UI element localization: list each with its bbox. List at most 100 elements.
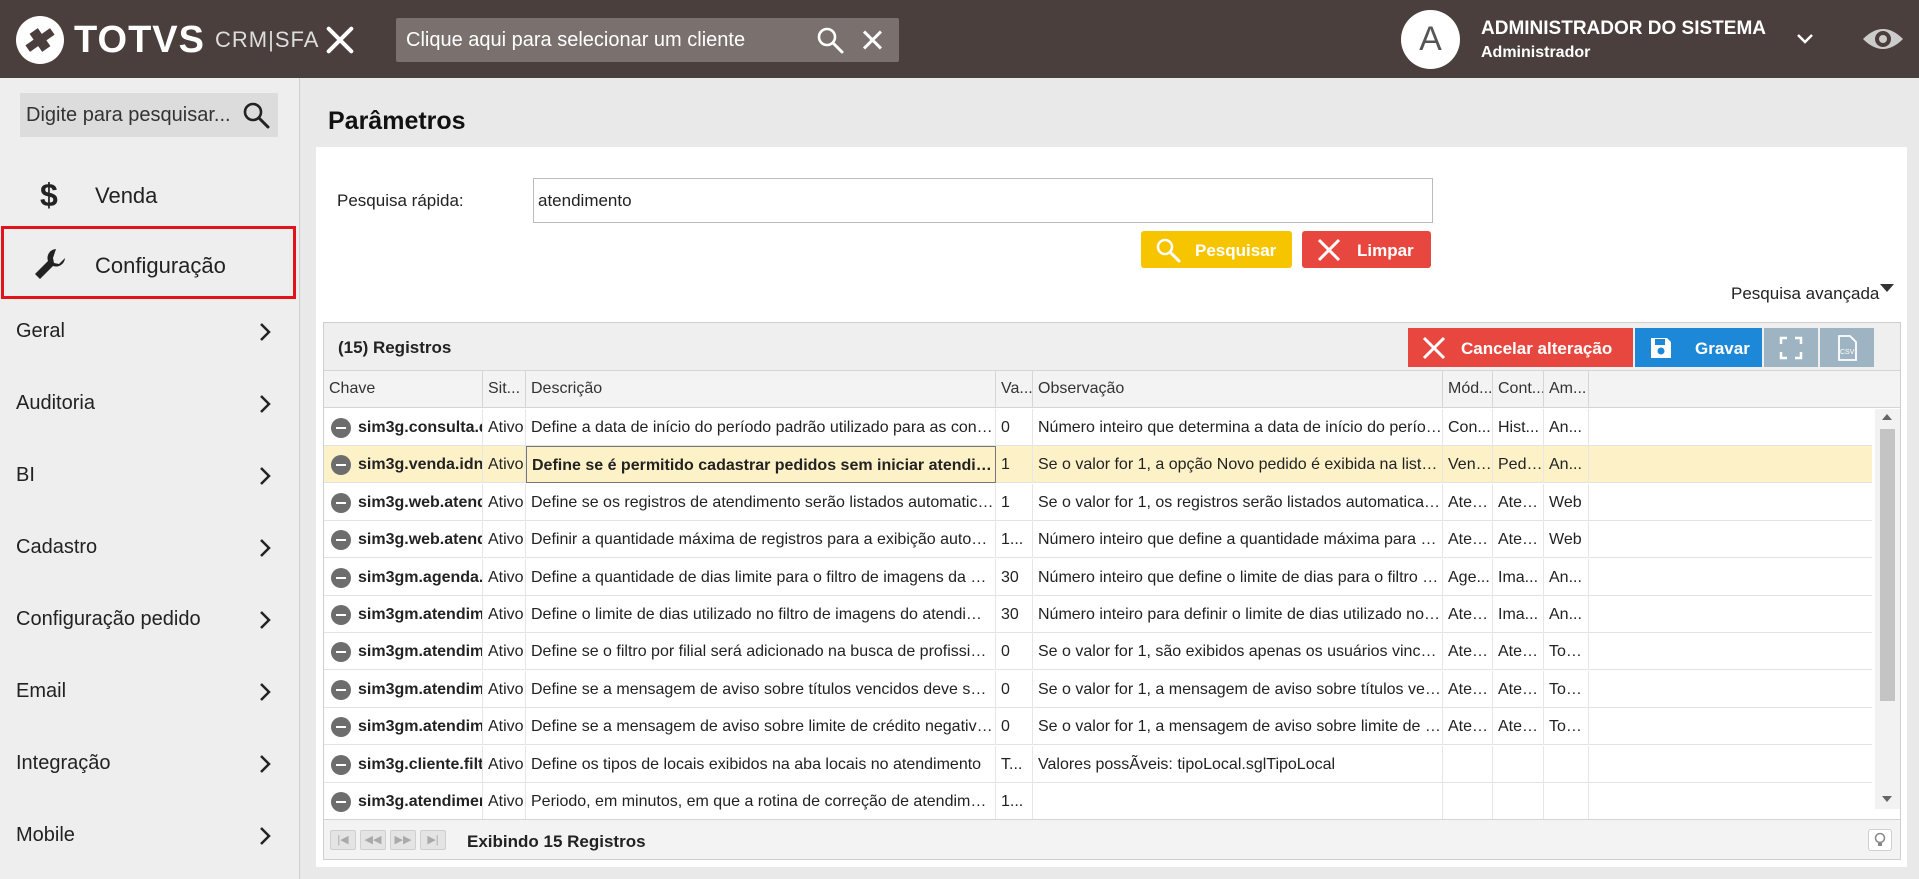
scroll-up-icon[interactable] — [1882, 414, 1892, 420]
minus-circle-icon[interactable] — [331, 418, 351, 438]
cell-situacao[interactable]: Ativo — [483, 521, 526, 559]
cell-observacao[interactable] — [1033, 783, 1443, 820]
table-row[interactable]: sim3g.atendimento.correcaoAtivoPeriodo, … — [324, 783, 1872, 820]
sidebar-item-auditoria[interactable]: Auditoria — [0, 375, 298, 433]
cell-contexto[interactable]: Aten... — [1493, 633, 1544, 671]
column-header-chave[interactable]: Chave — [324, 371, 483, 408]
cell-valor[interactable]: 1 — [996, 446, 1033, 484]
minus-circle-icon[interactable] — [331, 792, 351, 812]
cell-observacao[interactable]: Valores possÃveis: tipoLocal.sglTipoLoca… — [1033, 745, 1443, 783]
search-icon[interactable] — [816, 26, 844, 54]
table-row[interactable]: sim3gm.atendimento.titulosvencidosAtivoD… — [324, 670, 1872, 708]
last-page-button[interactable]: ▶| — [420, 830, 446, 850]
cell-situacao[interactable]: Ativo — [483, 745, 526, 783]
table-row[interactable]: sim3g.cliente.filtrotipolocalAtivoDefine… — [324, 745, 1872, 783]
cell-modulo[interactable]: Venda — [1443, 446, 1493, 484]
cell-ambiente[interactable] — [1544, 783, 1589, 820]
scrollbar-thumb[interactable] — [1880, 429, 1895, 701]
cell-observacao[interactable]: Se o valor for 1, os registros serão lis… — [1033, 483, 1443, 521]
table-row[interactable]: sim3g.web.atendimento.qtdmaxAtivoDefinir… — [324, 521, 1872, 559]
cell-ambiente[interactable]: An... — [1544, 409, 1589, 446]
cell-ambiente[interactable]: Web — [1544, 483, 1589, 521]
vertical-scrollbar[interactable] — [1875, 409, 1900, 809]
cell-situacao[interactable]: Ativo — [483, 446, 526, 484]
cell-observacao[interactable]: Se o valor for 1, a opção Novo pedido é … — [1033, 446, 1443, 484]
cell-valor[interactable]: 0 — [996, 409, 1033, 446]
column-header-modulo[interactable]: Mód... — [1443, 371, 1493, 408]
cell-contexto[interactable]: Aten... — [1493, 708, 1544, 746]
column-header-ambiente[interactable]: Am... — [1544, 371, 1589, 408]
table-row[interactable]: sim3g.venda.idnpermitecadastropedidoAtiv… — [324, 446, 1872, 484]
cell-descricao[interactable]: Define se o filtro por filial será adici… — [526, 633, 996, 671]
table-row[interactable]: sim3gm.atendimento.filtrofilialAtivoDefi… — [324, 633, 1872, 671]
avatar[interactable]: A — [1401, 10, 1460, 69]
cell-ambiente[interactable]: Tod... — [1544, 633, 1589, 671]
sidebar-item-configuracao-pedido[interactable]: Configuração pedido — [0, 591, 298, 649]
cell-modulo[interactable]: Aten... — [1443, 521, 1493, 559]
column-header-descricao[interactable]: Descrição — [526, 371, 996, 408]
cell-situacao[interactable]: Ativo — [483, 670, 526, 708]
search-icon[interactable] — [242, 101, 270, 129]
cell-valor[interactable]: 1 — [996, 483, 1033, 521]
cell-valor[interactable]: 0 — [996, 633, 1033, 671]
cell-contexto[interactable]: Aten... — [1493, 521, 1544, 559]
cell-situacao[interactable]: Ativo — [483, 596, 526, 633]
cell-observacao[interactable]: Número inteiro que define a quantidade m… — [1033, 521, 1443, 559]
sidebar-item-geral[interactable]: Geral — [0, 303, 298, 361]
cell-modulo[interactable] — [1443, 745, 1493, 783]
cell-descricao[interactable]: Define o limite de dias utilizado no fil… — [526, 596, 996, 633]
csv-export-button[interactable]: CSV — [1820, 328, 1874, 367]
cell-observacao[interactable]: Número inteiro que determina a data de i… — [1033, 409, 1443, 446]
lightbulb-icon[interactable] — [1868, 829, 1892, 851]
cell-situacao[interactable]: Ativo — [483, 633, 526, 671]
cell-contexto[interactable]: Pedi... — [1493, 446, 1544, 484]
cell-observacao[interactable]: Se o valor for 1, são exibidos apenas os… — [1033, 633, 1443, 671]
cell-observacao[interactable]: Se o valor for 1, a mensagem de aviso so… — [1033, 670, 1443, 708]
sidebar-item-bi[interactable]: BI — [0, 447, 298, 505]
caret-down-icon[interactable] — [1880, 284, 1894, 292]
sidebar-item-venda[interactable]: $ Venda — [0, 159, 298, 229]
next-page-button[interactable]: ▶▶ — [390, 830, 416, 850]
cell-descricao[interactable]: Define a quantidade de dias limite para … — [526, 558, 996, 596]
sidebar-item-mobile[interactable]: Mobile — [0, 807, 298, 865]
clear-icon[interactable] — [860, 28, 884, 52]
cell-ambiente[interactable]: Tod... — [1544, 708, 1589, 746]
cell-situacao[interactable]: Ativo — [483, 558, 526, 596]
cell-contexto[interactable] — [1493, 783, 1544, 820]
cell-valor[interactable]: T... — [996, 745, 1033, 783]
cell-valor[interactable]: 0 — [996, 670, 1033, 708]
clear-button[interactable]: Limpar — [1302, 231, 1431, 268]
cell-ambiente[interactable]: Web — [1544, 521, 1589, 559]
cell-contexto[interactable] — [1493, 745, 1544, 783]
chevron-down-icon[interactable] — [1796, 30, 1814, 48]
cell-descricao[interactable]: Periodo, em minutos, em que a rotina de … — [526, 783, 996, 820]
cell-ambiente[interactable] — [1544, 745, 1589, 783]
cell-modulo[interactable]: Aten... — [1443, 483, 1493, 521]
cell-modulo[interactable]: Aten... — [1443, 633, 1493, 671]
close-icon[interactable] — [322, 22, 358, 58]
cell-observacao[interactable]: Número inteiro que define o limite de di… — [1033, 558, 1443, 596]
cell-situacao[interactable]: Ativo — [483, 483, 526, 521]
cell-valor[interactable]: 1... — [996, 783, 1033, 820]
column-header-situacao[interactable]: Sit... — [483, 371, 526, 408]
first-page-button[interactable]: |◀ — [330, 830, 356, 850]
table-row[interactable]: sim3gm.atendimento.limitecreditoAtivoDef… — [324, 708, 1872, 746]
cell-valor[interactable]: 0 — [996, 708, 1033, 746]
cell-descricao[interactable]: Define se a mensagem de aviso sobre títu… — [526, 670, 996, 708]
cell-ambiente[interactable]: Tod... — [1544, 670, 1589, 708]
cell-ambiente[interactable]: An... — [1544, 446, 1589, 484]
minus-circle-icon[interactable] — [331, 567, 351, 588]
save-button[interactable]: Gravar — [1635, 328, 1762, 367]
cancel-changes-button[interactable]: Cancelar alteração — [1408, 328, 1633, 367]
cell-valor[interactable]: 30 — [996, 596, 1033, 633]
cell-contexto[interactable]: Ima... — [1493, 596, 1544, 633]
cell-situacao[interactable]: Ativo — [483, 409, 526, 446]
cell-descricao[interactable]: Definir a quantidade máxima de registros… — [526, 521, 996, 559]
cell-situacao[interactable]: Ativo — [483, 708, 526, 746]
cell-descricao[interactable]: Define a data de início do período padrã… — [526, 409, 996, 446]
eye-icon[interactable] — [1862, 24, 1904, 54]
cell-contexto[interactable]: Hist... — [1493, 409, 1544, 446]
minus-circle-icon[interactable] — [331, 754, 351, 775]
quick-search-input[interactable] — [533, 178, 1433, 223]
cell-observacao[interactable]: Se o valor for 1, a mensagem de aviso so… — [1033, 708, 1443, 746]
